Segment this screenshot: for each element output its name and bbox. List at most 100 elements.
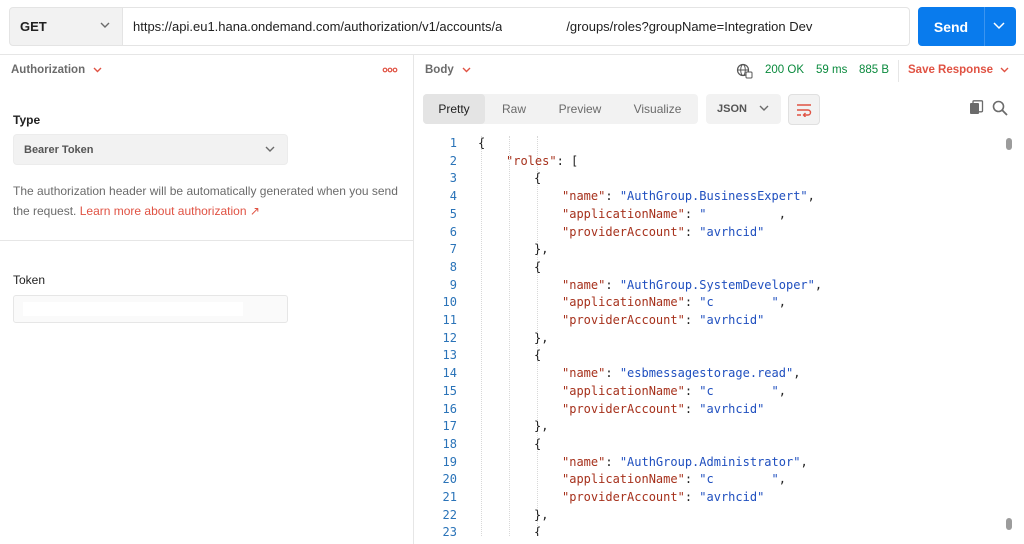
line-number: 1 xyxy=(449,136,457,150)
json-key: "providerAccount" xyxy=(562,490,685,504)
save-response-button[interactable]: Save Response xyxy=(908,64,1009,76)
pane-divider xyxy=(413,54,414,544)
line-number: 18 xyxy=(442,436,457,451)
chevron-down-icon[interactable] xyxy=(993,22,1005,30)
body-tab[interactable]: Body xyxy=(425,64,471,76)
json-punct: , xyxy=(807,189,815,204)
tab-visualize[interactable]: Visualize xyxy=(617,94,698,124)
code-line: 22}, xyxy=(415,508,1005,526)
more-options-icon[interactable] xyxy=(382,64,398,76)
auth-type-select[interactable]: Bearer Token xyxy=(13,134,288,165)
code-line: 12}, xyxy=(415,331,1005,349)
code-text: }, xyxy=(534,419,548,433)
line-number: 8 xyxy=(449,259,457,274)
json-key: "providerAccount" xyxy=(562,313,685,327)
json-punct: { xyxy=(534,525,542,536)
json-string: "esbmessagestorage.read" xyxy=(619,366,794,381)
json-punct: }, xyxy=(534,507,549,522)
json-punct: , xyxy=(778,295,786,310)
code-line: 13 { xyxy=(415,348,1005,366)
json-punct: { xyxy=(534,171,542,186)
format-value: JSON xyxy=(717,103,747,115)
json-string: "avrhcid" xyxy=(699,224,765,239)
json-punct: : xyxy=(605,277,620,292)
json-punct: { xyxy=(534,259,542,274)
search-icon[interactable] xyxy=(992,100,1008,116)
json-punct: { xyxy=(534,348,542,363)
tab-raw[interactable]: Raw xyxy=(485,94,543,124)
method-select[interactable]: GET xyxy=(9,7,123,46)
scrollbar[interactable] xyxy=(1006,132,1012,536)
type-label: Type xyxy=(13,113,41,127)
code-line: 21 "providerAccount": "avrhcid" xyxy=(415,490,1005,508)
json-punct: : xyxy=(684,401,700,416)
line-number: 10 xyxy=(442,295,457,310)
learn-more-link[interactable]: Learn more about authorization ↗ xyxy=(80,204,260,218)
request-bar: GET https://api.eu1.hana.ondemand.com/au… xyxy=(0,0,1024,54)
code-line: 17}, xyxy=(415,419,1005,437)
json-key: "applicationName" xyxy=(562,472,685,487)
url-text-start: https://api.eu1.hana.ondemand.com/author… xyxy=(133,19,503,34)
chevron-down-icon xyxy=(1000,67,1009,73)
json-string: "c " xyxy=(699,295,779,310)
json-punct: , xyxy=(778,472,786,487)
code-line: 23 { xyxy=(415,525,1005,536)
json-punct: , xyxy=(793,366,801,381)
line-number: 22 xyxy=(442,507,457,522)
response-size[interactable]: 885 B xyxy=(859,64,889,76)
response-time[interactable]: 59 ms xyxy=(816,64,847,76)
line-number: 13 xyxy=(442,348,457,363)
response-body[interactable]: 1{2 "roles": [3{4 "name": "AuthGroup.Busin… xyxy=(415,136,1005,536)
json-punct: , xyxy=(706,206,786,221)
line-number: 7 xyxy=(449,242,457,257)
code-text: "applicationName": "c ", xyxy=(562,295,786,309)
json-key: "name" xyxy=(562,189,606,204)
wrap-lines-button[interactable] xyxy=(788,94,820,125)
json-key: "providerAccount" xyxy=(562,224,685,239)
token-input[interactable] xyxy=(13,295,288,323)
globe-icon[interactable] xyxy=(736,63,753,79)
json-punct: }, xyxy=(534,419,549,434)
send-label: Send xyxy=(933,18,969,35)
line-number: 9 xyxy=(449,277,457,292)
json-punct: : xyxy=(605,454,620,469)
send-button[interactable]: Send xyxy=(918,7,1016,46)
code-text: "providerAccount": "avrhcid" xyxy=(562,225,764,239)
code-line: 9 "name": "AuthGroup.SystemDeveloper", xyxy=(415,278,1005,296)
tab-preview[interactable]: Preview xyxy=(543,94,617,124)
code-text: { xyxy=(534,437,541,451)
code-text: }, xyxy=(534,331,548,345)
status-code[interactable]: 200 OK xyxy=(765,64,804,76)
scrollbar-thumb[interactable] xyxy=(1006,138,1012,150)
json-key: "roles" xyxy=(506,153,557,168)
json-punct: : xyxy=(605,189,620,204)
json-punct: : xyxy=(605,366,620,381)
code-text: { xyxy=(534,260,541,274)
token-redaction xyxy=(23,302,243,316)
line-number: 3 xyxy=(449,171,457,186)
url-input[interactable]: https://api.eu1.hana.ondemand.com/author… xyxy=(122,7,910,46)
code-text: { xyxy=(478,136,485,150)
line-number: 21 xyxy=(442,490,457,504)
wrap-lines-icon xyxy=(797,103,812,117)
code-text: "applicationName": "c ", xyxy=(562,384,786,398)
tab-pretty[interactable]: Pretty xyxy=(423,94,485,124)
code-line: 7}, xyxy=(415,242,1005,260)
copy-icon[interactable] xyxy=(969,100,984,115)
format-select[interactable]: JSON xyxy=(706,94,781,124)
auth-type-value: Bearer Token xyxy=(24,143,94,156)
code-text: "name": "AuthGroup.Administrator", xyxy=(562,455,808,469)
url-text-end: /groups/roles?groupName=Integration Dev xyxy=(566,19,813,34)
json-punct: : xyxy=(684,295,700,310)
authorization-tab[interactable]: Authorization xyxy=(11,64,102,76)
json-key: "name" xyxy=(562,277,606,292)
code-text: "providerAccount": "avrhcid" xyxy=(562,490,764,504)
json-punct: }, xyxy=(534,330,549,345)
scrollbar-thumb[interactable] xyxy=(1006,518,1012,530)
section-divider xyxy=(0,240,413,241)
line-number: 12 xyxy=(442,330,457,345)
header-separator xyxy=(898,60,899,82)
code-line: 19 "name": "AuthGroup.Administrator", xyxy=(415,455,1005,473)
code-line: 16 "providerAccount": "avrhcid" xyxy=(415,402,1005,420)
json-string: "avrhcid" xyxy=(699,313,765,327)
